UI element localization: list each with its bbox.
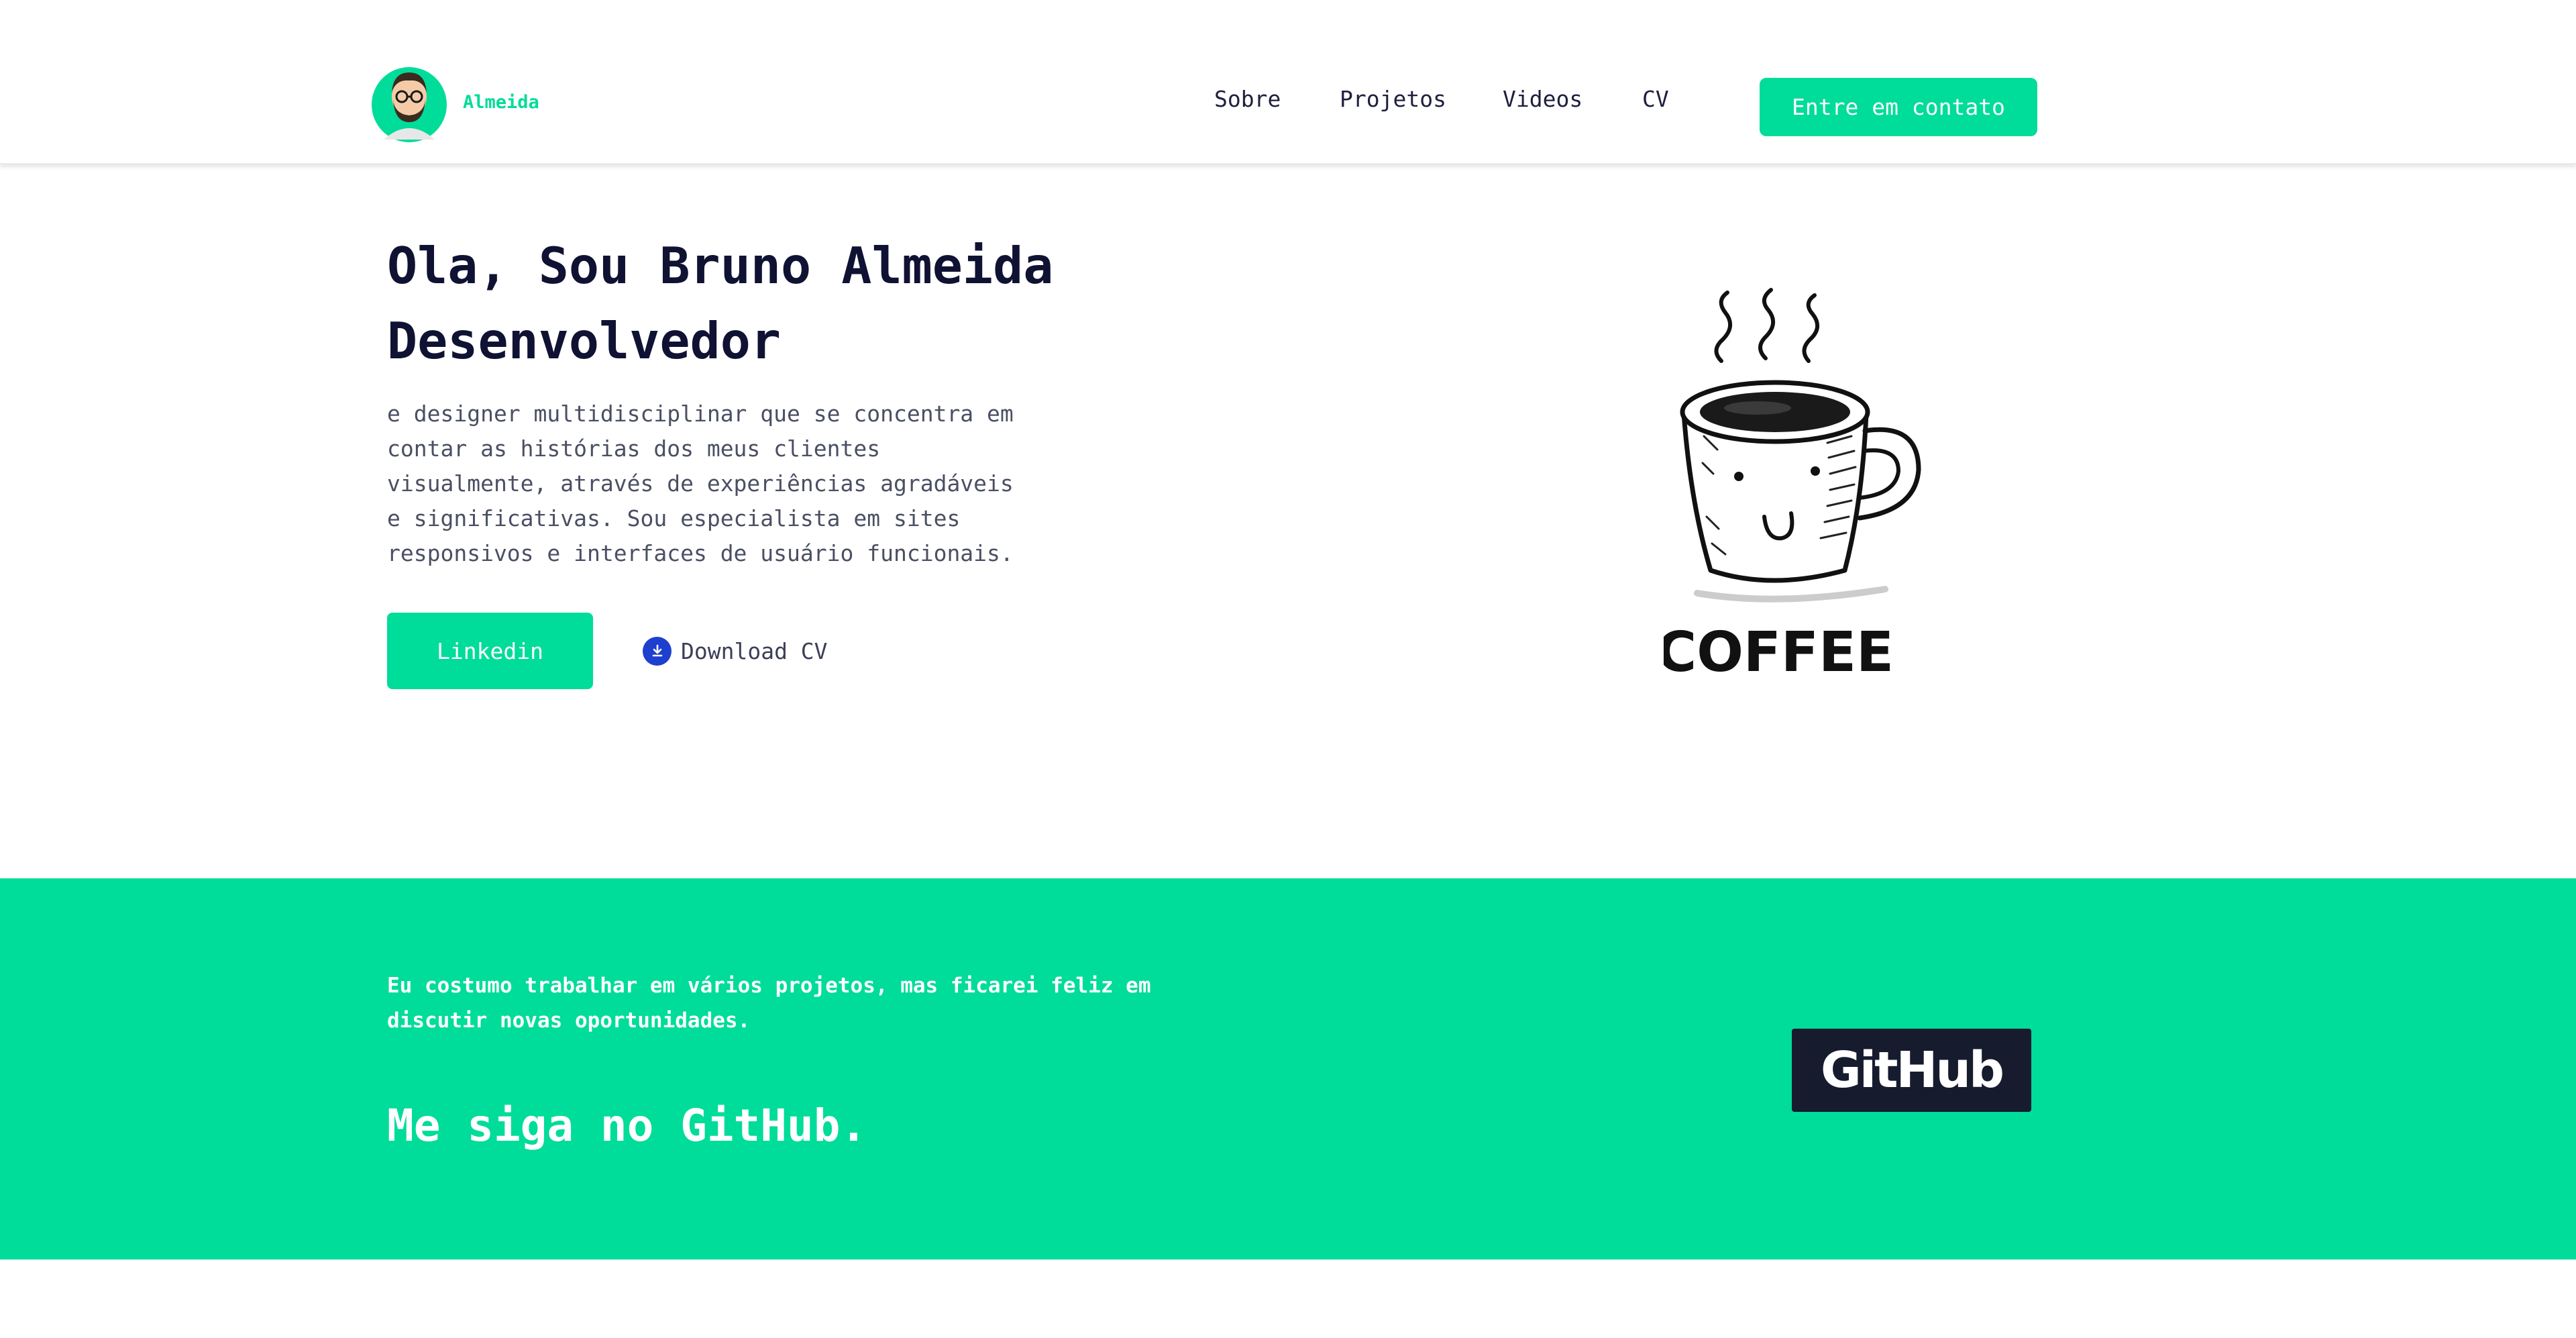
brand[interactable]: Almeida xyxy=(370,60,539,144)
nav-link-videos[interactable]: Videos xyxy=(1503,86,1582,112)
hero-description: e designer multidisciplinar que se conce… xyxy=(387,397,1031,571)
hero-description-line: contar as histórias dos meus clientes xyxy=(387,435,881,462)
coffee-label: COFFEE xyxy=(1664,621,1894,684)
hero-description-line: visualmente, através de experiências agr… xyxy=(387,470,1014,497)
hero-title-line: Desenvolvedor xyxy=(387,311,781,370)
github-logo-button[interactable]: GitHub xyxy=(1792,1029,2031,1112)
github-section: Eu costumo trabalhar em vários projetos,… xyxy=(0,878,2576,1259)
header: Almeida Sobre Projetos Videos CV Entre e… xyxy=(0,0,2576,164)
github-section-text-line: discutir novas oportunidades. xyxy=(387,1009,751,1033)
nav-link-sobre[interactable]: Sobre xyxy=(1214,86,1281,112)
coffee-illustration: COFFEE xyxy=(1664,288,1921,684)
hero-description-line: e significativas. Sou especialista em si… xyxy=(387,505,961,531)
hero-title: Ola, Sou Bruno Almeida Desenvolvedor xyxy=(387,228,1192,378)
brand-name: Almeida xyxy=(463,91,539,113)
linkedin-button[interactable]: Linkedin xyxy=(387,613,593,689)
hero-description-line: e designer multidisciplinar que se conce… xyxy=(387,401,1014,427)
github-section-text: Eu costumo trabalhar em vários projetos,… xyxy=(387,968,1326,1038)
github-section-title: Me siga no GitHub. xyxy=(387,1100,867,1151)
nav-link-cv[interactable]: CV xyxy=(1642,86,1669,112)
download-cv-label: Download CV xyxy=(681,637,828,664)
github-section-text-line: Eu costumo trabalhar em vários projetos,… xyxy=(387,974,1151,998)
contact-button[interactable]: Entre em contato xyxy=(1760,78,2037,136)
avatar xyxy=(372,67,447,142)
hero-title-line: Ola, Sou Bruno Almeida xyxy=(387,236,1054,295)
hero-description-line: responsivos e interfaces de usuário func… xyxy=(387,540,1014,566)
nav-link-projetos[interactable]: Projetos xyxy=(1340,86,1446,112)
download-icon xyxy=(643,636,672,666)
download-cv-link[interactable]: Download CV xyxy=(643,634,828,668)
